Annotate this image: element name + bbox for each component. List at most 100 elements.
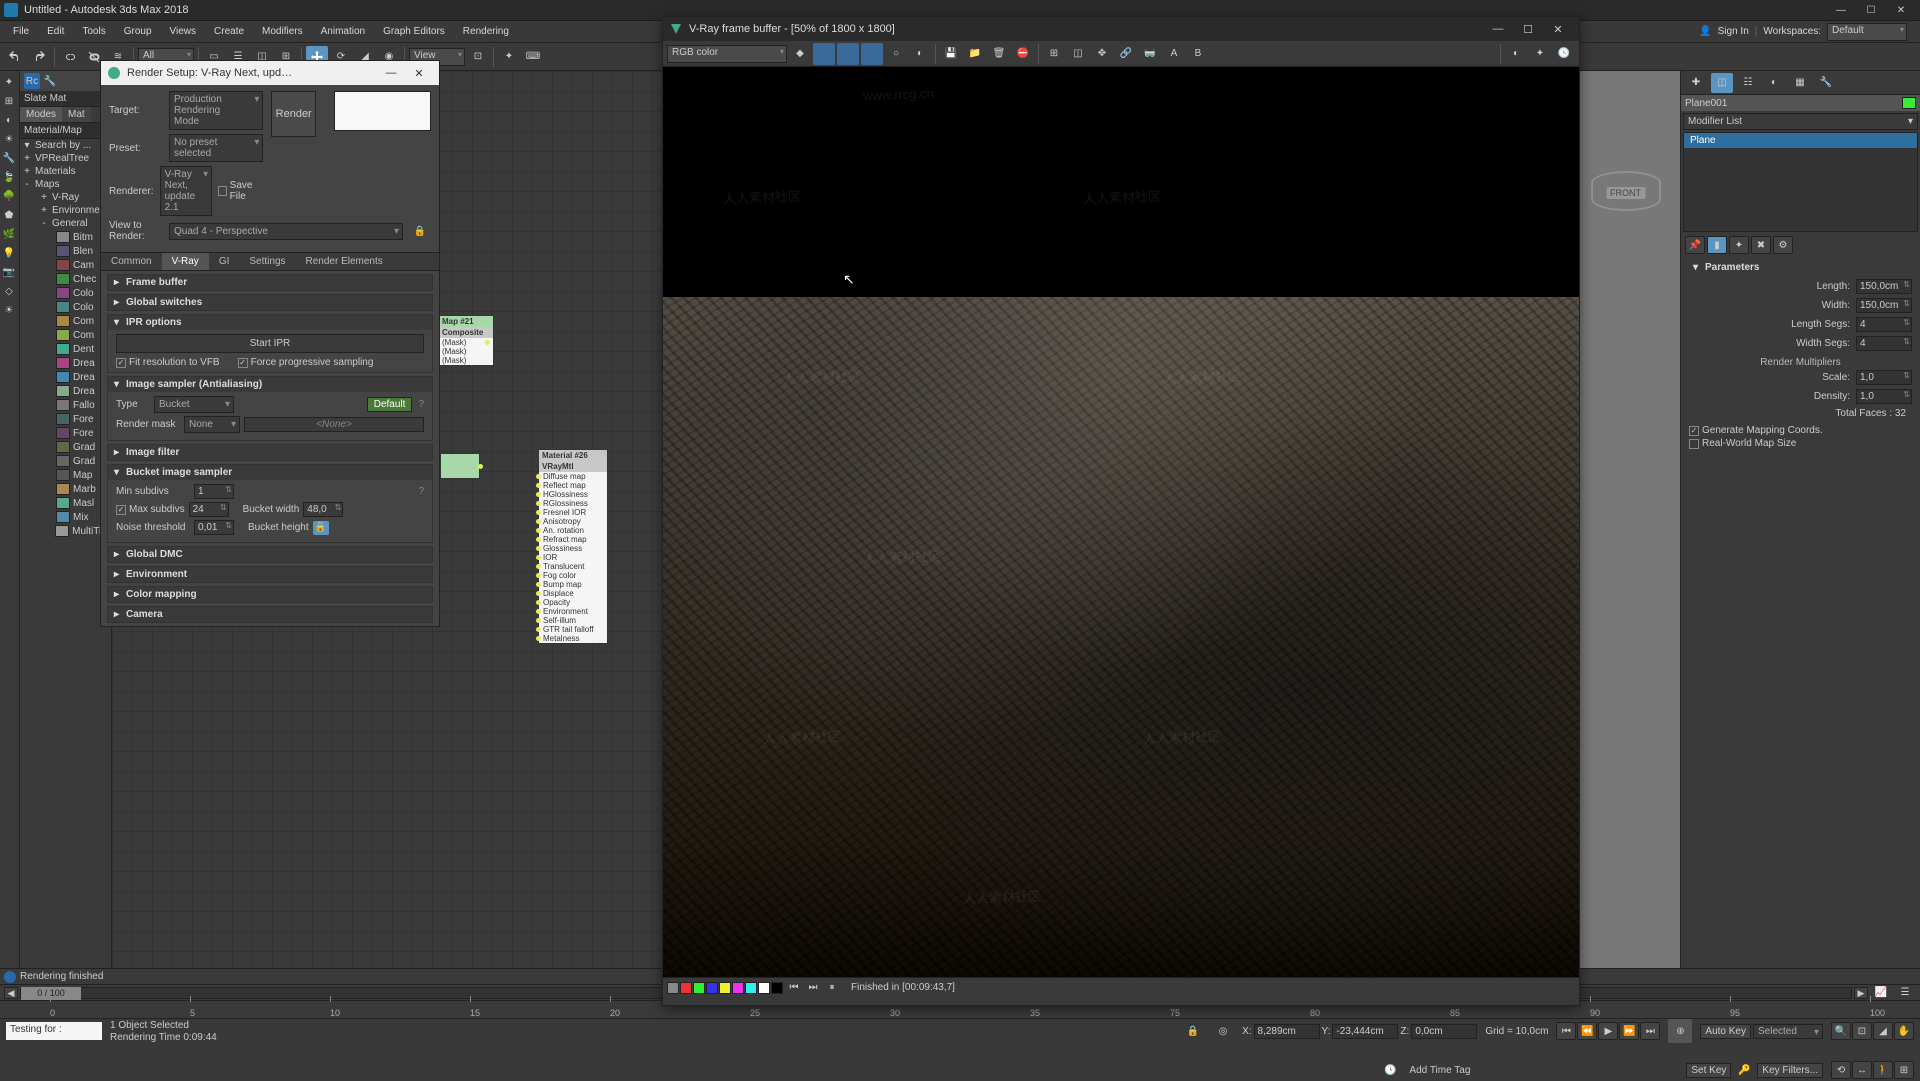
clock-icon[interactable]: 🕓 [1379,1059,1401,1081]
menu-tools[interactable]: Tools [73,23,114,40]
hierarchy-panel-icon[interactable]: ☷ [1737,73,1759,93]
width-input[interactable]: 150,0cm [1856,298,1912,313]
modes-tab[interactable]: Modes [20,107,62,122]
map-item[interactable]: Bitm [20,230,111,244]
time-config-icon[interactable]: ⊕ [1668,1019,1692,1043]
front-viewport[interactable]: FRONT [1570,71,1680,1080]
map-item[interactable]: Chec [20,272,111,286]
search-row[interactable]: ▾ Search by ... [20,139,111,152]
global-dmc-rollout[interactable]: ▸Global DMC [108,547,432,562]
map-item[interactable]: Blen [20,244,111,258]
utilities-tab-icon[interactable]: 🔧 [0,149,18,167]
motion-panel-icon[interactable]: ◐ [1763,73,1785,93]
vfb-minimize[interactable]: — [1483,23,1513,35]
create-tab-icon[interactable]: ✦ [0,73,18,91]
vray-row[interactable]: +V-Ray [20,191,111,204]
map-item[interactable]: Colo [20,286,111,300]
menu-create[interactable]: Create [205,23,253,40]
show-history-icon[interactable]: 🕓 [1553,43,1575,65]
camera-rollout[interactable]: ▸Camera [108,607,432,622]
vfb-close[interactable]: ✕ [1543,23,1573,36]
tab-vray[interactable]: V-Ray [162,253,209,270]
materials-row[interactable]: +Materials [20,165,111,178]
coord-y-input[interactable]: -23,444cm [1332,1024,1398,1039]
blue-channel-icon[interactable] [861,43,883,65]
workspaces-dropdown[interactable]: Default [1827,23,1907,41]
modify-panel-icon[interactable]: ◫ [1711,73,1733,93]
configure-sets-icon[interactable]: ⚙ [1773,236,1793,254]
link-pdplayer-icon[interactable]: 🔗 [1115,43,1137,65]
noise-threshold-input[interactable]: 0,01 [194,520,234,535]
rgb-icon[interactable]: ◆ [789,43,811,65]
map-node[interactable] [440,453,480,479]
camera2-icon[interactable]: 📷 [0,263,18,281]
pause-icon[interactable]: ⏸ [824,980,840,996]
density-input[interactable]: 1,0 [1856,389,1912,404]
next-frame-icon[interactable]: ⏭ [805,980,821,996]
channel-swatches[interactable] [667,982,783,994]
tab-gi[interactable]: GI [209,253,240,270]
lens-effects-icon[interactable]: ✦ [1529,43,1551,65]
tool-icon[interactable]: 🔧 [42,73,58,89]
modstack-plane[interactable]: Plane [1684,133,1917,148]
modifier-list-dropdown[interactable]: Modifier List [1683,113,1918,130]
utilities-panel-icon[interactable]: 🔧 [1815,73,1837,93]
fit-resolution-checkbox[interactable]: ✓Fit resolution to VFB [116,357,220,368]
keyboard-shortcut-icon[interactable]: ⌨ [522,46,544,68]
map-item[interactable]: Drea [20,384,111,398]
remove-modifier-icon[interactable]: ✖ [1751,236,1771,254]
walk-icon[interactable]: 🚶 [1873,1061,1893,1079]
menu-animation[interactable]: Animation [312,23,374,40]
map-item[interactable]: Colo [20,300,111,314]
use-center-icon[interactable]: ⊡ [467,46,489,68]
tab-settings[interactable]: Settings [239,253,295,270]
time-slider-handle[interactable]: 0 / 100 [21,987,81,1000]
menu-graph-editors[interactable]: Graph Editors [374,23,454,40]
rock-icon[interactable]: ⬟ [0,206,18,224]
grass-icon[interactable]: 🌿 [0,225,18,243]
fov-icon[interactable]: ◢ [1873,1022,1893,1040]
menu-file[interactable]: File [4,23,38,40]
render-button[interactable]: Render [271,91,316,137]
close-button[interactable]: ✕ [1886,0,1916,20]
history-b-icon[interactable]: B [1187,43,1209,65]
map-item[interactable]: Masl [20,496,111,510]
map-item[interactable]: Grad [20,454,111,468]
show-end-result-icon[interactable]: ▮ [1707,236,1727,254]
dialog-minimize[interactable]: — [377,67,405,79]
menu-modifiers[interactable]: Modifiers [253,23,312,40]
general-row[interactable]: -General [20,217,111,230]
helper-icon[interactable]: ◇ [0,282,18,300]
select-manipulate-icon[interactable]: ✦ [498,46,520,68]
isolate-icon[interactable]: ◎ [1212,1020,1234,1042]
set-key-button[interactable]: Set Key [1686,1063,1731,1078]
force-progressive-checkbox[interactable]: ✓Force progressive sampling [238,357,374,368]
bucket-width-input[interactable]: 48,0 [303,502,343,517]
object-color-swatch[interactable] [1902,97,1916,109]
composite-node[interactable]: Map #21 Composite (Mask) (Mask) (Mask) [438,315,494,366]
start-ipr-button[interactable]: Start IPR [116,334,424,353]
stop-render-icon[interactable]: ⛔ [1012,43,1034,65]
material-tab[interactable]: Mat [62,107,91,122]
clear-image-icon[interactable]: 🗑 [988,43,1010,65]
map-item[interactable]: Grad [20,440,111,454]
map-item[interactable]: Mix [20,510,111,524]
redo-icon[interactable] [28,46,50,68]
key-icon[interactable]: 🔑 [1733,1059,1755,1081]
next-frame-btn[interactable]: ⏩ [1619,1022,1639,1040]
environment-rollout[interactable]: ▸Environment [108,567,432,582]
display-tab-icon[interactable]: ☀ [0,130,18,148]
map-item[interactable]: Marb [20,482,111,496]
parameters-rollout[interactable]: ▾Parameters [1687,260,1914,275]
key-filter-dropdown[interactable]: Selected [1753,1024,1823,1039]
display-panel-icon[interactable]: ▦ [1789,73,1811,93]
goto-end-icon[interactable]: ⏭ [1640,1022,1660,1040]
slider-next[interactable]: ▶ [1854,987,1868,999]
view-to-render-dropdown[interactable]: Quad 4 - Perspective [169,223,403,240]
renderer-dropdown[interactable]: V-Ray Next, update 2.1 [160,166,213,216]
orbit-icon[interactable]: ⟲ [1831,1061,1851,1079]
link-icon[interactable] [59,46,81,68]
render-mask-target[interactable]: <None> [244,417,424,432]
pin-stack-icon[interactable]: 📌 [1685,236,1705,254]
prev-frame-icon[interactable]: ⏮ [786,980,802,996]
